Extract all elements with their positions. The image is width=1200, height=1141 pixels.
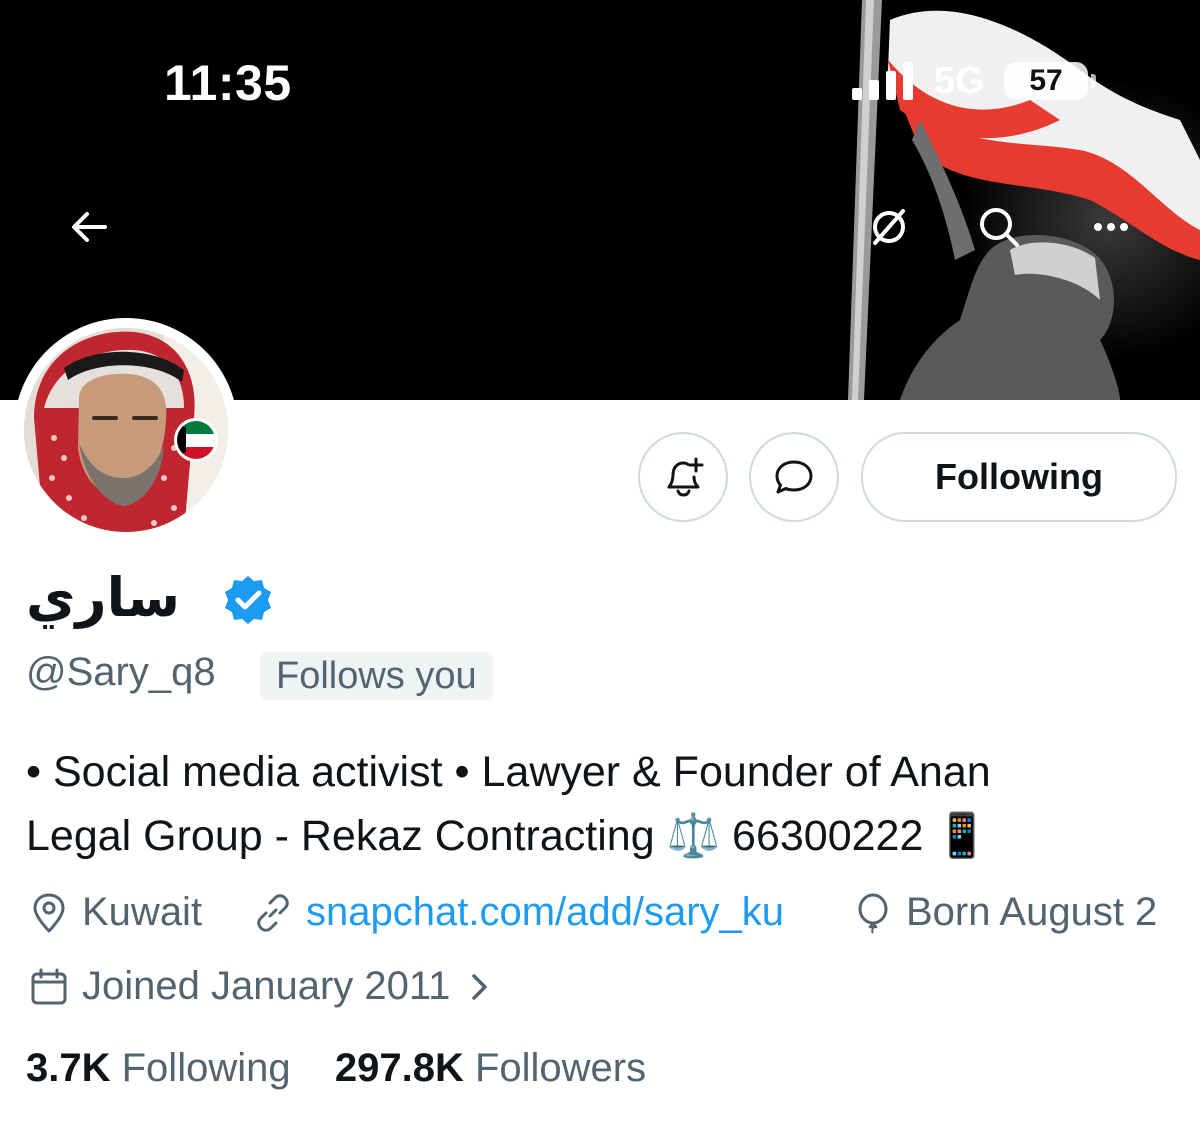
following-button[interactable]: Following (861, 432, 1177, 522)
website-item[interactable]: snapchat.com/add/sary_ku (252, 890, 784, 935)
birthday-item: Born August 2 (852, 890, 1157, 935)
balloon-icon (858, 893, 888, 934)
location-text: Kuwait (82, 890, 203, 934)
link-icon (257, 893, 289, 932)
search-button[interactable] (964, 192, 1034, 262)
message-button[interactable] (749, 432, 839, 522)
back-button[interactable] (54, 192, 124, 262)
location-pin-icon (33, 893, 65, 932)
bell-plus-icon (667, 457, 704, 497)
avatar-image (24, 328, 228, 532)
notify-button[interactable] (638, 432, 728, 522)
signal-icon (852, 62, 913, 100)
location-item: Kuwait (28, 890, 202, 935)
message-icon (775, 460, 813, 494)
calendar-icon (31, 968, 67, 1004)
website-link[interactable]: snapchat.com/add/sary_ku (306, 890, 784, 935)
bio-line: • Social media activist • Lawyer & Found… (26, 748, 991, 796)
following-label: Following (121, 1046, 291, 1090)
profile-bio: • Social media activist • Lawyer & Found… (26, 740, 1176, 868)
profile-handle: @Sary_q8 (26, 650, 216, 694)
network-type: 5G (934, 60, 985, 102)
joined-item[interactable]: Joined January 2011 (28, 964, 500, 1009)
more-button[interactable] (1076, 192, 1146, 262)
avatar[interactable] (24, 328, 228, 532)
grok-icon (873, 209, 905, 245)
follows-you-badge: Follows you (260, 652, 493, 700)
follow-stats: 3.7K Following 297.8K Followers (26, 1046, 646, 1091)
chevron-right-icon (472, 973, 488, 1000)
display-name: ساري (26, 566, 180, 629)
verified-badge-icon[interactable] (222, 574, 274, 626)
joined-text: Joined January 2011 (82, 964, 451, 1008)
more-icon (1094, 223, 1128, 231)
grok-button[interactable] (854, 192, 924, 262)
following-count: 3.7K (26, 1046, 111, 1090)
battery-cap (1091, 74, 1096, 88)
birthday-text: Born August 2 (906, 890, 1158, 934)
bio-line: Legal Group - Rekaz Contracting ⚖️ 66300… (26, 812, 989, 860)
battery-indicator: 57 (1004, 62, 1088, 100)
followers-count: 297.8K (334, 1046, 464, 1090)
following-stat[interactable]: 3.7K Following (26, 1046, 291, 1090)
arrow-left-icon (72, 212, 107, 242)
search-icon (980, 208, 1019, 247)
followers-label: Followers (474, 1046, 647, 1090)
status-time: 11:35 (164, 55, 292, 111)
followers-stat[interactable]: 297.8K Followers (335, 1046, 646, 1090)
